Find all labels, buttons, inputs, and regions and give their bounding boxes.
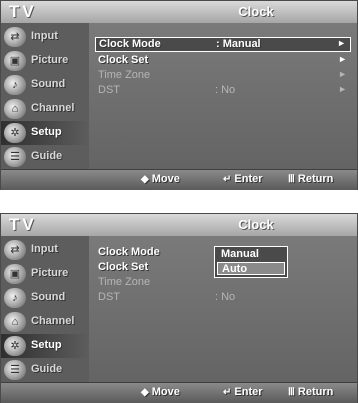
sidebar-item-picture[interactable]: ▣ Picture (1, 49, 89, 73)
sidebar-item-sound[interactable]: ♪ Sound (1, 286, 89, 310)
sidebar-item-channel[interactable]: ⌂ Channel (1, 310, 89, 334)
channel-icon: ⌂ (4, 99, 26, 119)
move-icon: ◆ (141, 174, 149, 185)
menu-row-name: Clock Mode (99, 38, 161, 50)
clock-menu: Clock Mode : Clock Set Time Zone DST : N… (89, 236, 357, 382)
guide-icon: ☰ (4, 147, 26, 167)
sidebar-item-label: Guide (31, 363, 63, 375)
screen-title: Clock (238, 4, 274, 19)
menu-row-name: Clock Set (98, 54, 149, 66)
tv-menu-panel-1: TV Clock ⇄ Input ▣ Picture ♪ Sound ⌂ Cha… (0, 0, 358, 190)
footer-move-label: Move (151, 173, 180, 185)
dropdown-option-auto[interactable]: Auto (217, 262, 285, 275)
sidebar-item-sound[interactable]: ♪ Sound (1, 73, 89, 97)
sidebar-item-label: Setup (31, 126, 62, 138)
menu-row-time-zone[interactable]: Time Zone (95, 276, 351, 290)
sound-icon: ♪ (4, 75, 26, 95)
input-icon: ⇄ (4, 240, 26, 260)
footer-move: ◆ Move (141, 386, 180, 398)
screen-title: Clock (238, 217, 274, 232)
move-icon: ◆ (141, 387, 149, 398)
menu-row-dst[interactable]: DST : No ► (95, 84, 351, 98)
footer-enter: ↵ Enter (223, 173, 263, 185)
sidebar-item-label: Picture (31, 267, 69, 279)
sidebar-item-guide[interactable]: ☰ Guide (1, 358, 89, 382)
footer-move: ◆ Move (141, 173, 180, 185)
footer-move-label: Move (151, 386, 180, 398)
footer-enter: ↵ Enter (223, 386, 263, 398)
menu-row-name: DST (98, 291, 120, 303)
setup-icon: ✲ (4, 123, 26, 143)
sidebar-item-input[interactable]: ⇄ Input (1, 238, 89, 262)
menu-row-name: Clock Mode (98, 246, 160, 258)
sidebar-item-guide[interactable]: ☰ Guide (1, 145, 89, 169)
footer-enter-label: Enter (234, 386, 263, 398)
sidebar-item-label: Sound (31, 291, 66, 303)
setup-icon: ✲ (4, 336, 26, 356)
menu-row-value: : Manual (216, 38, 261, 50)
dropdown-option-manual[interactable]: Manual (217, 248, 285, 261)
right-arrow-icon: ► (337, 38, 346, 48)
menu-row-time-zone[interactable]: Time Zone ► (95, 69, 351, 83)
sidebar-item-label: Input (31, 243, 58, 255)
menu-row-name: Time Zone (98, 69, 151, 81)
sidebar-item-label: Sound (31, 78, 66, 90)
enter-icon: ↵ (223, 174, 232, 185)
footer-return: Ⅲ Return (288, 386, 333, 398)
picture-icon: ▣ (4, 264, 26, 284)
sidebar-item-setup[interactable]: ✲ Setup (1, 334, 89, 358)
right-arrow-icon: ► (338, 69, 347, 79)
menu-row-name: Time Zone (98, 276, 151, 288)
menu-row-dst[interactable]: DST : No (95, 291, 351, 305)
sidebar-item-label: Picture (31, 54, 69, 66)
sidebar-item-channel[interactable]: ⌂ Channel (1, 97, 89, 121)
return-icon: Ⅲ (288, 174, 295, 185)
right-arrow-icon: ► (338, 54, 347, 64)
sidebar-item-label: Guide (31, 150, 63, 162)
picture-icon: ▣ (4, 51, 26, 71)
menu-row-clock-mode[interactable]: Clock Mode : Manual ► (95, 37, 351, 52)
sound-icon: ♪ (4, 288, 26, 308)
footer-bar: ◆ Move ↵ Enter Ⅲ Return (1, 382, 357, 403)
footer-return-label: Return (297, 386, 334, 398)
title-bar: TV Clock (1, 1, 357, 24)
sidebar-item-picture[interactable]: ▣ Picture (1, 262, 89, 286)
menu-row-value: : No (215, 291, 236, 303)
footer-return: Ⅲ Return (288, 173, 333, 185)
menu-row-name: Clock Set (98, 261, 149, 273)
sidebar-item-label: Channel (31, 315, 75, 327)
clock-mode-dropdown[interactable]: Manual Auto (214, 246, 288, 278)
tv-menu-panel-2: TV Clock ⇄ Input ▣ Picture ♪ Sound ⌂ Cha… (0, 213, 358, 403)
menu-row-clock-set[interactable]: Clock Set ► (95, 54, 351, 68)
right-arrow-icon: ► (338, 84, 347, 94)
sidebar: ⇄ Input ▣ Picture ♪ Sound ⌂ Channel ✲ Se… (1, 23, 89, 169)
menu-row-value: : No (215, 84, 236, 96)
input-icon: ⇄ (4, 27, 26, 47)
sidebar: ⇄ Input ▣ Picture ♪ Sound ⌂ Channel ✲ Se… (1, 236, 89, 382)
enter-icon: ↵ (223, 387, 232, 398)
clock-menu: Clock Mode : Manual ► Clock Set ► Time Z… (89, 23, 357, 169)
sidebar-item-input[interactable]: ⇄ Input (1, 25, 89, 49)
return-icon: Ⅲ (288, 387, 295, 398)
channel-icon: ⌂ (4, 312, 26, 332)
sidebar-item-label: Setup (31, 339, 62, 351)
footer-enter-label: Enter (234, 173, 263, 185)
sidebar-item-label: Channel (31, 102, 75, 114)
sidebar-item-label: Input (31, 30, 58, 42)
app-title: TV (9, 2, 37, 21)
guide-icon: ☰ (4, 360, 26, 380)
app-title: TV (9, 215, 37, 234)
menu-row-name: DST (98, 84, 120, 96)
footer-return-label: Return (297, 173, 334, 185)
footer-bar: ◆ Move ↵ Enter Ⅲ Return (1, 169, 357, 190)
title-bar: TV Clock (1, 214, 357, 237)
sidebar-item-setup[interactable]: ✲ Setup (1, 121, 89, 145)
